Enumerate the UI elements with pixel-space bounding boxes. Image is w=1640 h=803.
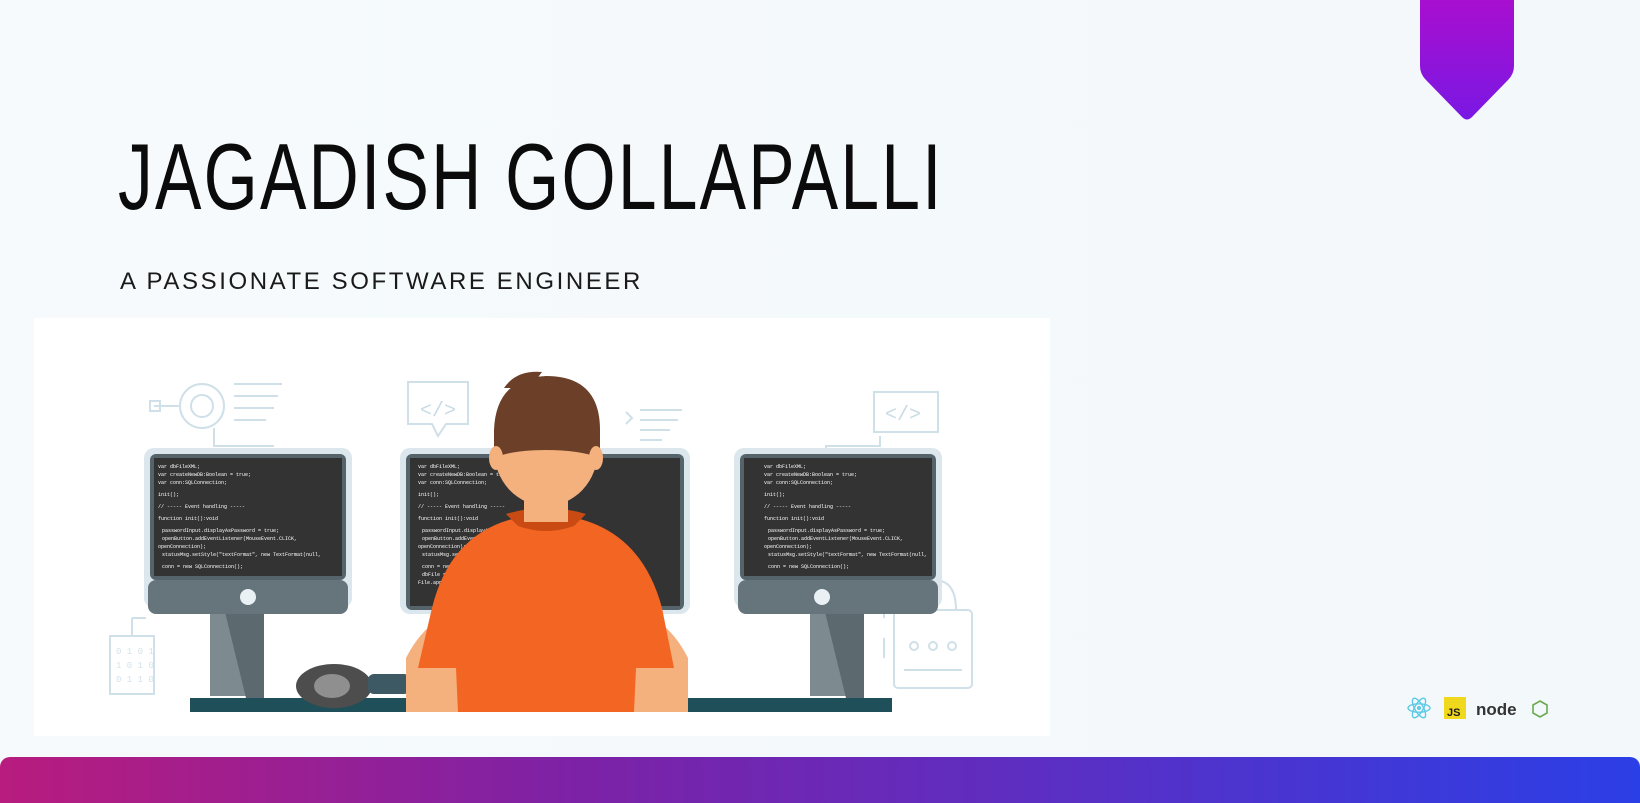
svg-text:var conn:SQLConnection;: var conn:SQLConnection;	[418, 480, 487, 486]
svg-text:0 1 1 0: 0 1 1 0	[116, 675, 154, 685]
nodejs-icon: node	[1476, 700, 1548, 719]
react-icon	[1407, 697, 1431, 719]
svg-text:// ----- Event handling -----: // ----- Event handling -----	[764, 504, 851, 510]
svg-text:conn = new SQLConnection();: conn = new SQLConnection();	[768, 564, 849, 570]
svg-text:statusMsg.setStyle("textFormat: statusMsg.setStyle("textFormat", new Tex…	[768, 552, 927, 558]
monitor-right: var dbFileXML; var createNewDB:Boolean =…	[734, 448, 942, 698]
svg-text:var conn:SQLConnection;: var conn:SQLConnection;	[764, 480, 833, 486]
svg-text:dbFile =: dbFile =	[422, 572, 446, 578]
svg-text:function init():void: function init():void	[158, 516, 218, 522]
svg-text:conn = new SQLConnection();: conn = new SQLConnection();	[162, 564, 243, 570]
svg-text:openConnection);: openConnection);	[158, 544, 206, 550]
svg-text:init();: init();	[158, 492, 179, 498]
monitor-left: var dbFileXML; var createNewDB:Boolean =…	[144, 448, 352, 698]
svg-text:openButton.addEventListener(Mo: openButton.addEventListener(MouseEvent.C…	[162, 536, 297, 542]
name-heading: JAGADISH GOLLAPALLI	[118, 124, 944, 229]
svg-text:var dbFileXML;: var dbFileXML;	[418, 464, 460, 470]
settings-outline-icon	[179, 383, 225, 429]
tagline: A PASSIONATE SOFTWARE ENGINEER	[120, 268, 643, 295]
svg-text:openConnection);: openConnection);	[418, 544, 466, 550]
svg-text:// ----- Event handling -----: // ----- Event handling -----	[158, 504, 245, 510]
svg-text:1 0 1 0: 1 0 1 0	[116, 661, 154, 671]
svg-text:var dbFileXML;: var dbFileXML;	[158, 464, 200, 470]
svg-text:var dbFileXML;: var dbFileXML;	[764, 464, 806, 470]
svg-text:var conn:SQLConnection;: var conn:SQLConnection;	[158, 480, 227, 486]
developer-illustration: </> </> 0 1 0 1 1 0 1 0 0 1 1 0 var dbFile…	[34, 318, 1050, 736]
svg-text:node: node	[1476, 700, 1517, 719]
svg-text:openConnection);: openConnection);	[764, 544, 812, 550]
svg-text:init();: init();	[418, 492, 439, 498]
tech-stack-logos: JS node	[1407, 697, 1548, 719]
svg-text:passwordInput.displayAsPasswor: passwordInput.displayAsPassword = true;	[162, 528, 279, 534]
svg-text:var createNewDB:Boolean = true: var createNewDB:Boolean = true;	[764, 472, 857, 478]
svg-text:</>: </>	[420, 400, 456, 423]
svg-text:var createNewDB:Boolean = true: var createNewDB:Boolean = true;	[418, 472, 511, 478]
javascript-icon: JS	[1444, 697, 1466, 719]
svg-text:function init():void: function init():void	[418, 516, 478, 522]
svg-text:passwordInput.displayAsPasswor: passwordInput.displayAsPassword = true;	[768, 528, 885, 534]
svg-text:JS: JS	[1447, 707, 1460, 719]
svg-text:</>: </>	[885, 404, 921, 427]
svg-text:openButton.addEventListener(Mo: openButton.addEventListener(MouseEvent.C…	[768, 536, 903, 542]
svg-text:var createNewDB:Boolean = true: var createNewDB:Boolean = true;	[158, 472, 251, 478]
svg-text:init();: init();	[764, 492, 785, 498]
bookmark-ribbon-icon	[1420, 0, 1514, 120]
svg-text:statusMsg.setStyle("textFormat: statusMsg.setStyle("textFormat", new Tex…	[162, 552, 321, 558]
bottom-gradient-bar	[0, 757, 1640, 803]
svg-text:// ----- Event handling -----: // ----- Event handling -----	[418, 504, 505, 510]
svg-text:function init():void: function init():void	[764, 516, 824, 522]
svg-text:0 1 0 1: 0 1 0 1	[116, 647, 154, 657]
